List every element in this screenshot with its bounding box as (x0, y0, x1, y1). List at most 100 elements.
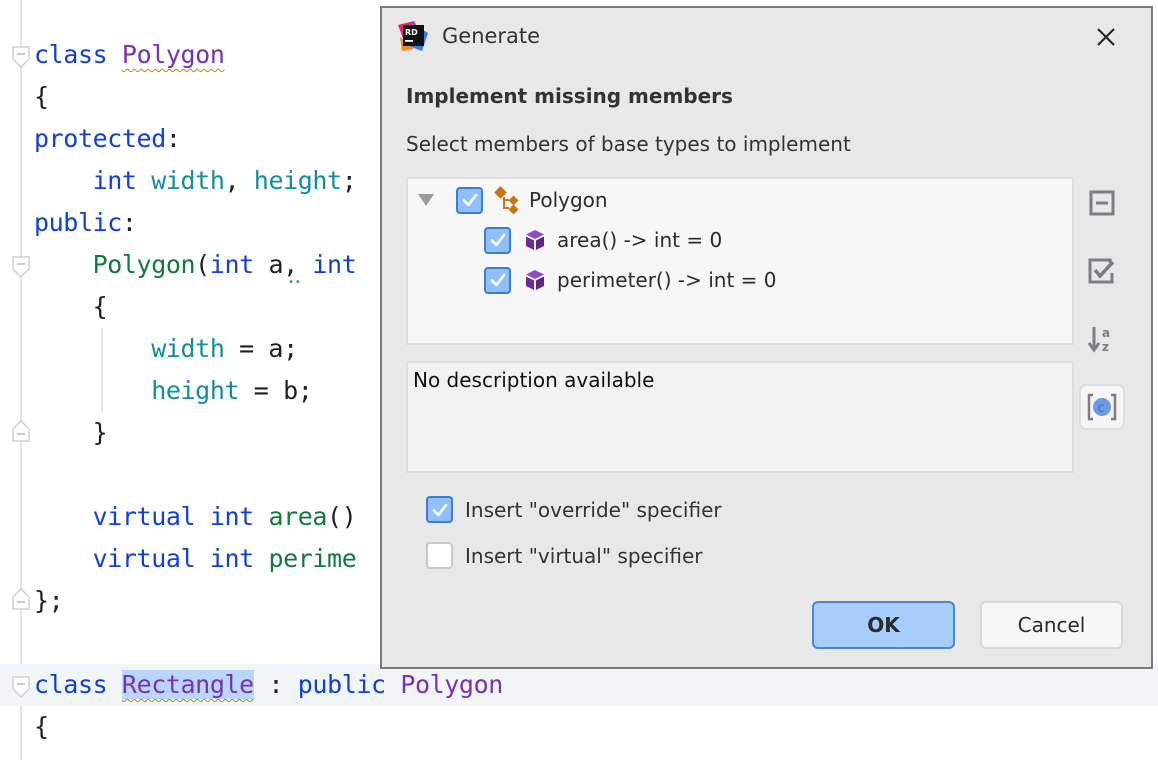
code-token: } (34, 418, 108, 447)
code-token: Rectangle (121, 670, 254, 699)
code-line-text: width = a; (34, 328, 298, 370)
code-line-text: height = b; (34, 370, 313, 412)
code-line-text: { (34, 286, 108, 328)
code-line-text: } (34, 412, 108, 454)
check-icon (432, 503, 447, 516)
method-icon (521, 226, 549, 254)
code-line[interactable]: class Rectangle : public Polygon (0, 664, 1158, 706)
code-token: protected (34, 124, 166, 153)
description-panel: No description available (406, 361, 1074, 473)
code-line-text: { (34, 76, 49, 118)
override-option[interactable]: Insert "override" specifier (426, 496, 722, 523)
sort-alphabetically-button[interactable]: a z (1079, 316, 1125, 362)
code-token: int (209, 502, 269, 531)
code-line[interactable]: { (0, 706, 1158, 748)
code-line-text: Polygon(int a, int (34, 244, 357, 286)
code-token: int (209, 544, 269, 573)
svg-text:c: c (1098, 401, 1105, 416)
expand-triangle-icon[interactable] (414, 188, 438, 212)
code-token: }; (34, 586, 64, 615)
tree-node-label: area() -> int = 0 (557, 228, 723, 252)
checkbox[interactable] (484, 226, 511, 254)
description-text: No description available (413, 368, 655, 392)
svg-text:z: z (1102, 340, 1109, 354)
fold-end-icon[interactable] (12, 420, 30, 442)
dialog-heading: Implement missing members (406, 84, 733, 108)
virtual-option[interactable]: Insert "virtual" specifier (426, 542, 703, 569)
code-token: virtual (34, 502, 210, 531)
code-token: width (151, 166, 225, 195)
tree-node-polygon[interactable]: Polygon (414, 181, 608, 219)
tree-node-label: Polygon (529, 188, 608, 212)
code-line-text: { (34, 706, 49, 748)
code-token: = a; (224, 334, 298, 363)
ok-button[interactable]: OK (812, 601, 955, 649)
collapse-all-button[interactable] (1079, 180, 1125, 226)
close-button[interactable] (1091, 22, 1121, 52)
close-icon (1097, 28, 1115, 46)
code-token: class (34, 40, 122, 69)
class-hierarchy-icon (493, 186, 521, 214)
check-icon (490, 233, 505, 247)
unused-parameter-hint: •• (288, 277, 302, 288)
code-token: { (34, 82, 49, 111)
code-token: = b; (239, 376, 313, 405)
code-token: virtual (34, 544, 210, 573)
code-line-text: protected: (34, 118, 181, 160)
dialog-title-bar[interactable]: RD Generate (382, 8, 1151, 68)
fold-end-icon[interactable] (12, 588, 30, 610)
code-token: height (253, 166, 342, 195)
checkbox[interactable] (456, 186, 483, 214)
dialog-subheading: Select members of base types to implemen… (406, 132, 851, 156)
code-token: width (34, 334, 225, 363)
code-token: Polygon (121, 40, 225, 69)
code-token: a (268, 250, 284, 279)
members-tree[interactable]: Polygon area() -> int = 0 perimeter() ->… (406, 177, 1074, 345)
code-token: int (34, 166, 152, 195)
code-token: public (297, 670, 401, 699)
check-icon (490, 273, 505, 287)
svg-text:a: a (1102, 326, 1110, 340)
check-all-button[interactable] (1079, 248, 1125, 294)
svg-text:RD: RD (405, 28, 418, 37)
code-line-text: class Polygon (34, 34, 225, 76)
dialog-title: Generate (442, 24, 541, 48)
code-token: , (283, 250, 313, 279)
code-token: int (209, 250, 269, 279)
sort-alphabetically-icon: a z (1087, 326, 1110, 354)
fold-start-icon[interactable] (12, 676, 30, 698)
tree-node-label: perimeter() -> int = 0 (557, 268, 777, 292)
collapse-all-icon (1089, 190, 1115, 216)
override-checkbox[interactable] (426, 496, 453, 523)
code-token: perime (268, 544, 357, 573)
tree-node-perimeter[interactable]: perimeter() -> int = 0 (484, 261, 777, 299)
code-token: class (34, 670, 122, 699)
virtual-checkbox[interactable] (426, 542, 453, 569)
code-line-text: }; (34, 580, 64, 622)
tree-node-area[interactable]: area() -> int = 0 (484, 221, 722, 259)
code-token: Polygon (400, 670, 503, 699)
check-icon (462, 193, 477, 207)
code-token: , (224, 166, 254, 195)
code-line-text: class Rectangle : public Polygon (34, 664, 503, 706)
show-class-members-toggle[interactable]: c (1079, 384, 1125, 430)
code-token: { (34, 712, 49, 741)
fold-start-icon[interactable] (12, 46, 30, 68)
code-token: area (268, 502, 328, 531)
class-members-icon: c (1087, 393, 1117, 421)
code-line-text: virtual int area() (34, 496, 357, 538)
code-line-text: public: (34, 202, 137, 244)
virtual-option-label: Insert "virtual" specifier (465, 543, 703, 568)
checkbox[interactable] (484, 266, 511, 294)
fold-start-icon[interactable] (12, 256, 30, 278)
code-token: : (165, 124, 181, 153)
code-token: Polygon (34, 250, 196, 279)
code-line-text: virtual int perime (34, 538, 357, 580)
code-token: : (253, 670, 298, 699)
code-token: () (327, 502, 357, 531)
code-token: { (34, 292, 108, 321)
method-icon (521, 266, 549, 294)
cancel-button[interactable]: Cancel (980, 601, 1123, 649)
rider-logo-icon: RD (396, 19, 430, 53)
code-token: : (121, 208, 137, 237)
